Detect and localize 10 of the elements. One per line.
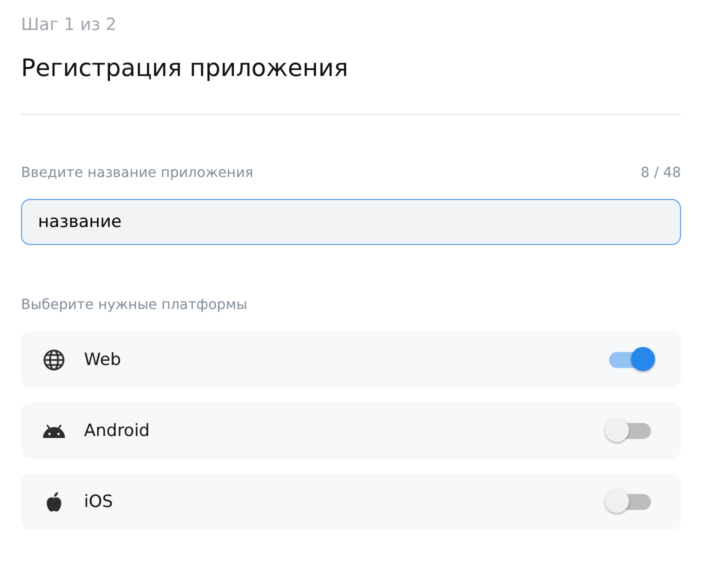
platform-name: Web: [84, 350, 122, 370]
globe-icon: [42, 348, 66, 372]
platform-name: iOS: [84, 492, 114, 512]
section-label: Выберите нужные платформы: [21, 296, 248, 315]
step-indicator: Шаг 1 из 2: [21, 14, 118, 37]
platform-name: Android: [84, 420, 151, 440]
character-counter: 8 / 48: [640, 164, 681, 183]
page-title: Регистрация приложения: [21, 53, 350, 84]
field-label: Введите название приложения: [21, 164, 254, 183]
app-name-field[interactable]: название: [21, 199, 681, 245]
